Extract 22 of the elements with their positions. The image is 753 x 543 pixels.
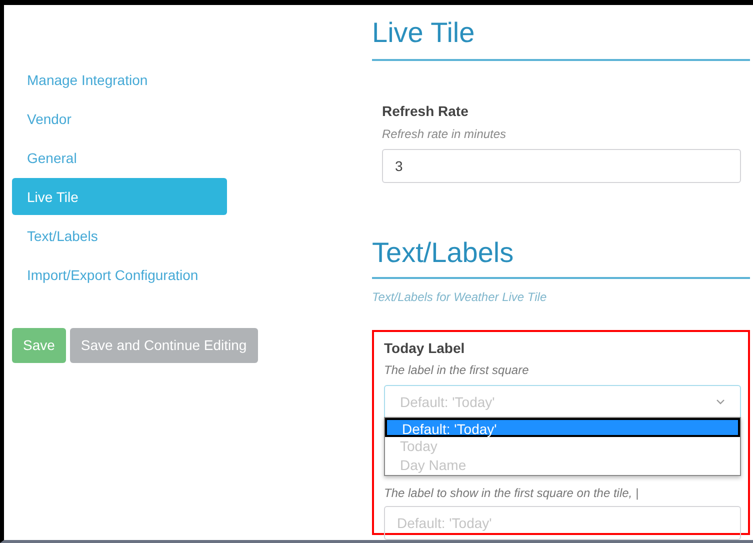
sidebar-item[interactable]: Live Tile bbox=[12, 178, 227, 215]
field-help: The label to show in the first square on the tile, | bbox=[384, 485, 640, 502]
dropdown-option[interactable]: Today bbox=[385, 437, 740, 456]
section-description: Text/Labels for Weather Live Tile bbox=[372, 289, 548, 306]
field-hint: The label in the first square bbox=[384, 362, 530, 379]
refresh-rate-field[interactable]: 3 bbox=[382, 149, 741, 183]
today-label-field[interactable]: Default: 'Today' bbox=[384, 506, 741, 540]
sidebar-item[interactable]: Text/Labels bbox=[12, 217, 227, 254]
sidebar-item[interactable]: Import/Export Configuration bbox=[12, 256, 227, 293]
save-and-continue-button[interactable]: Save and Continue Editing bbox=[70, 328, 258, 363]
sidebar-item[interactable]: General bbox=[12, 139, 227, 176]
section-heading: Text/Labels bbox=[372, 236, 515, 270]
field-label: Refresh Rate bbox=[382, 102, 470, 121]
dropdown-option[interactable]: Default: 'Today' bbox=[385, 418, 740, 437]
chevron-down-icon bbox=[716, 399, 725, 405]
field-label: Today Label bbox=[384, 339, 466, 358]
dropdown-option[interactable]: Day Name bbox=[385, 456, 740, 475]
field-hint: Refresh rate in minutes bbox=[382, 126, 508, 143]
sidebar-item[interactable]: Manage Integration bbox=[12, 61, 227, 98]
save-button[interactable]: Save bbox=[12, 328, 66, 363]
sidebar-item[interactable]: Vendor bbox=[12, 100, 227, 137]
section-heading: Live Tile bbox=[372, 16, 476, 50]
